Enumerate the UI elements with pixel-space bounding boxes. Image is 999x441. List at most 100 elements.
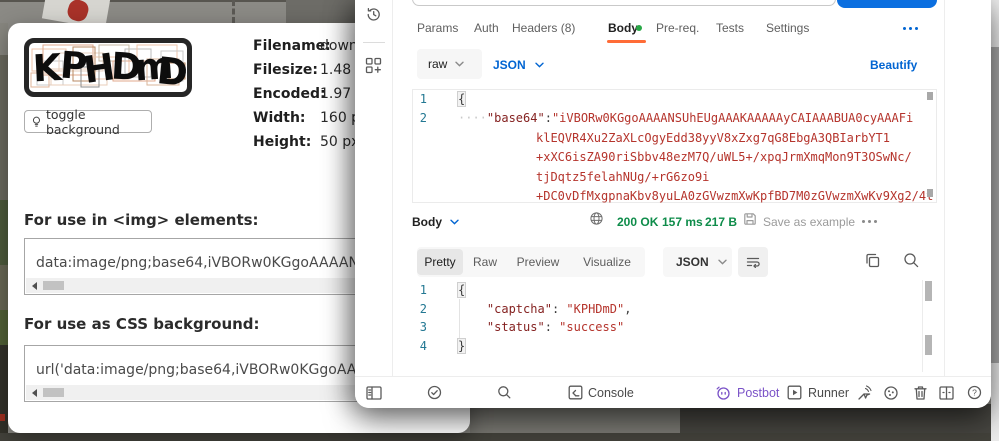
request-editor-scrollbar-thumb[interactable] bbox=[927, 189, 933, 197]
page-scrollbar-thumb[interactable] bbox=[991, 47, 999, 363]
tab-tests[interactable]: Tests bbox=[716, 21, 744, 35]
css-usage-heading: For use as CSS background: bbox=[24, 315, 260, 333]
postbot-button[interactable]: Postbot bbox=[715, 385, 779, 401]
captcha-letter: D bbox=[155, 49, 187, 92]
view-tab-pretty[interactable]: Pretty bbox=[417, 249, 463, 275]
open-brace: { bbox=[458, 283, 465, 297]
tab-prereq[interactable]: Pre-req. bbox=[656, 21, 699, 35]
background-edge-strip bbox=[0, 23, 8, 55]
runner-label: Runner bbox=[808, 386, 849, 400]
url-input[interactable] bbox=[412, 0, 836, 6]
cookies-icon[interactable] bbox=[883, 385, 899, 401]
response-more-options-icon[interactable] bbox=[862, 220, 877, 223]
right-rail-divider bbox=[944, 0, 945, 376]
background-edge-strip bbox=[0, 310, 8, 345]
sidebar-toggle-icon[interactable] bbox=[366, 386, 382, 400]
svg-text:?: ? bbox=[972, 387, 977, 397]
console-icon[interactable] bbox=[568, 385, 583, 400]
body-mode-value: raw bbox=[428, 57, 447, 71]
request-more-options-icon[interactable] bbox=[903, 27, 918, 30]
lightbulb-icon bbox=[32, 115, 41, 129]
runner-icon bbox=[787, 385, 802, 400]
css-snippet-text: url('data:image/png;base64,iVBORw0KGgoAA… bbox=[36, 362, 396, 378]
split-pane-icon[interactable] bbox=[939, 386, 954, 400]
response-scrollbar-thumb[interactable] bbox=[925, 281, 932, 301]
request-code-wrap: +DC0vDfMxgpnaKbv8yuLA0zGVwzmXwKpfBD7M0zG… bbox=[536, 187, 933, 206]
response-format-value: JSON bbox=[676, 255, 709, 269]
rail-divider bbox=[363, 42, 385, 43]
background-red-speck bbox=[0, 414, 5, 421]
open-brace: { bbox=[458, 92, 465, 106]
response-scrollbar-thumb[interactable] bbox=[925, 335, 932, 355]
view-tab-raw[interactable]: Raw bbox=[463, 249, 507, 275]
copy-icon[interactable] bbox=[865, 253, 880, 268]
response-body-dropdown[interactable]: Body bbox=[412, 215, 459, 229]
response-format-dropdown[interactable]: JSON bbox=[663, 247, 732, 277]
send-button[interactable] bbox=[837, 0, 937, 8]
response-line-number: 1 bbox=[412, 281, 427, 300]
search-response-icon[interactable] bbox=[903, 252, 920, 269]
tab-params[interactable]: Params bbox=[417, 21, 458, 35]
json-value: "iVBORw0KGgoAAAANSUhEUgAAAKAAAAAyCAIAAAB… bbox=[552, 111, 913, 125]
scrollbar-thumb[interactable] bbox=[43, 281, 64, 290]
response-time[interactable]: 157 ms bbox=[662, 215, 703, 229]
chevron-down-icon bbox=[718, 259, 727, 265]
help-icon[interactable]: ? bbox=[967, 385, 982, 400]
save-icon[interactable] bbox=[743, 212, 757, 226]
json-key: "captcha" bbox=[487, 302, 552, 316]
scroll-left-arrow-icon[interactable] bbox=[32, 389, 37, 397]
globe-icon bbox=[590, 212, 603, 225]
info-label-height: Height: bbox=[253, 134, 323, 150]
captcha-image: K P H D m D bbox=[24, 38, 192, 97]
postman-left-rail bbox=[355, 0, 393, 376]
info-label-width: Width: bbox=[253, 110, 323, 126]
response-code-line-3: "status": "success" bbox=[458, 318, 624, 337]
response-scrollbar-track[interactable] bbox=[922, 280, 923, 372]
body-modified-dot bbox=[636, 25, 642, 31]
response-code-line-2: "captcha": "KPHDmD", bbox=[458, 300, 631, 319]
save-as-example-button[interactable]: Save as example bbox=[763, 215, 855, 229]
response-status[interactable]: 200 OK bbox=[617, 215, 658, 229]
json-value: "KPHDmD" bbox=[566, 302, 624, 316]
search-status-icon[interactable] bbox=[497, 385, 512, 400]
info-label-encoded: Encoded: bbox=[253, 86, 323, 102]
background-bottom-strip bbox=[0, 433, 999, 441]
history-icon[interactable] bbox=[365, 6, 382, 23]
new-collection-icon[interactable] bbox=[365, 57, 382, 74]
request-code-line-2: ····"base64":"iVBORw0KGgoAAAANSUhEUgAAAK… bbox=[458, 109, 913, 128]
img-usage-heading: For use in <img> elements: bbox=[24, 211, 259, 229]
wrap-lines-button[interactable] bbox=[738, 247, 768, 277]
postman-status-bar: Console Postbot Runner bbox=[355, 376, 991, 408]
info-label-filesize: Filesize: bbox=[253, 62, 323, 78]
tab-headers[interactable]: Headers (8) bbox=[512, 21, 575, 35]
view-tab-visualize[interactable]: Visualize bbox=[569, 249, 645, 275]
response-view-tab-group: Pretty Raw Preview Visualize bbox=[417, 247, 645, 277]
request-code-line-1: { bbox=[458, 90, 465, 109]
capture-requests-icon[interactable] bbox=[856, 385, 872, 401]
json-key: "base64" bbox=[487, 111, 545, 125]
language-dropdown[interactable]: JSON bbox=[493, 58, 544, 72]
info-value-height: 50 px bbox=[320, 134, 359, 150]
toggle-background-button[interactable]: toggle background bbox=[24, 110, 152, 133]
tab-body[interactable]: Body bbox=[608, 21, 638, 35]
close-brace: } bbox=[458, 339, 465, 353]
tab-auth[interactable]: Auth bbox=[474, 21, 499, 35]
status-check-icon[interactable] bbox=[427, 385, 442, 400]
beautify-link[interactable]: Beautify bbox=[870, 58, 917, 72]
scrollbar-thumb[interactable] bbox=[43, 388, 64, 397]
trash-icon[interactable] bbox=[913, 385, 928, 401]
tab-settings[interactable]: Settings bbox=[766, 21, 809, 35]
request-line-number: 1 bbox=[412, 90, 427, 109]
wrap-text-icon bbox=[746, 256, 760, 268]
view-tab-preview[interactable]: Preview bbox=[507, 249, 569, 275]
background-dark-block bbox=[286, 0, 360, 23]
scroll-left-arrow-icon[interactable] bbox=[32, 282, 37, 290]
response-line-number: 3 bbox=[412, 318, 427, 337]
request-editor-scrollbar-thumb[interactable] bbox=[927, 92, 933, 100]
background-edge-strip bbox=[0, 200, 8, 265]
body-mode-dropdown[interactable]: raw bbox=[417, 49, 482, 79]
background-edge-strip bbox=[0, 265, 8, 310]
response-size[interactable]: 217 B bbox=[705, 215, 737, 229]
console-button[interactable]: Console bbox=[588, 386, 634, 400]
runner-button[interactable]: Runner bbox=[787, 385, 849, 400]
